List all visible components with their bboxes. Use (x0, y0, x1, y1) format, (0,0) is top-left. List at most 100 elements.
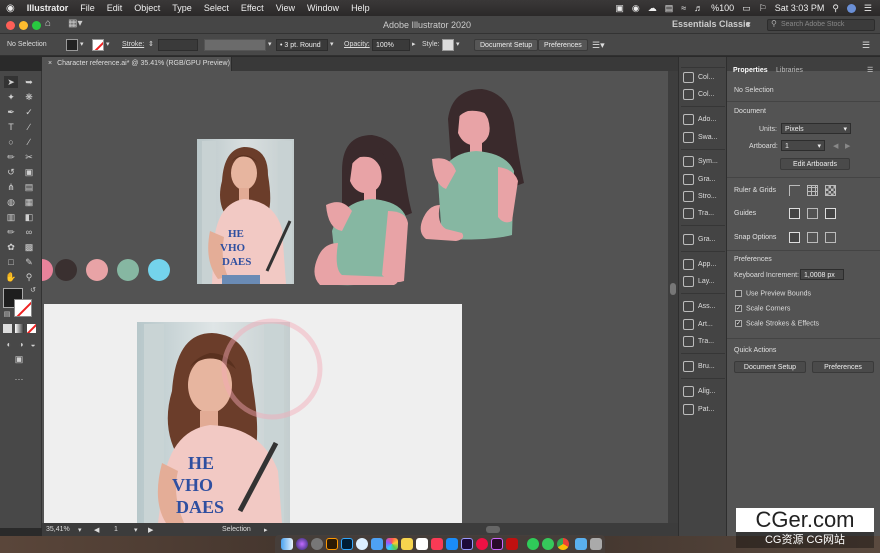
dock-safari-icon[interactable] (356, 538, 368, 550)
dock-finder-icon[interactable] (281, 538, 293, 550)
snap-to-glyph-icon[interactable] (825, 232, 836, 243)
rotate-tool-icon[interactable]: ↺ (4, 166, 18, 178)
blend-tool-icon[interactable]: ∞ (22, 226, 36, 238)
panel-menu-icon[interactable]: ☰ (862, 39, 870, 51)
snap-to-pixel-icon[interactable] (807, 232, 818, 243)
panel-transparency[interactable]: Tra... (683, 207, 725, 221)
swatch-dark-brown[interactable] (55, 259, 77, 281)
previous-artboard-icon[interactable]: ◀ (833, 142, 838, 150)
pencil-tool-icon[interactable]: ✏ (4, 151, 18, 163)
menu-effect[interactable]: Effect (235, 3, 270, 13)
dock-launchpad-icon[interactable] (311, 538, 323, 550)
language-icon[interactable]: ⚐ (759, 3, 767, 14)
zoom-window-button[interactable] (32, 21, 41, 30)
curvature-tool-icon[interactable]: ✓ (22, 106, 36, 118)
artboard-number[interactable]: 1 (114, 526, 118, 533)
panel-color-guide[interactable]: Col... (683, 88, 725, 102)
character-illustration-right[interactable] (420, 89, 524, 241)
panel-gradient[interactable]: Gra... (683, 233, 725, 247)
slice-tool-icon[interactable]: ✎ (22, 256, 36, 268)
swatch-cyan[interactable] (148, 259, 170, 281)
dock-ai-icon[interactable] (506, 538, 518, 550)
show-guides-icon[interactable] (789, 208, 800, 219)
menu-object[interactable]: Object (128, 3, 166, 13)
scrollbar-thumb[interactable] (670, 283, 676, 295)
zoom-level[interactable]: 35,41% (46, 526, 70, 533)
workspace-switcher[interactable]: Essentials Classic (672, 19, 751, 29)
dock-whatsapp-icon[interactable] (527, 538, 539, 550)
menu-view[interactable]: View (270, 3, 301, 13)
character-illustration-left[interactable] (314, 135, 412, 286)
close-tab-icon[interactable]: × (48, 60, 52, 67)
dock-messages-icon[interactable] (542, 538, 554, 550)
snap-to-point-icon[interactable] (789, 232, 800, 243)
panel-artboards[interactable]: Art... (683, 318, 725, 332)
swatch-mint[interactable] (117, 259, 139, 281)
dock-siri-icon[interactable] (296, 538, 308, 550)
menu-window[interactable]: Window (301, 3, 345, 13)
scale-tool-icon[interactable]: ▣ (22, 166, 36, 178)
symbol-sprayer-tool-icon[interactable]: ✿ (4, 241, 18, 253)
panel-symbols[interactable]: Sym... (683, 155, 725, 169)
next-artboard-button-icon[interactable]: ▶ (845, 142, 850, 150)
smart-guides-icon[interactable] (825, 208, 836, 219)
stroke-chevron-icon[interactable]: ▾ (106, 39, 110, 51)
preferences-button[interactable]: Preferences (538, 39, 588, 51)
dock-photos-icon[interactable] (386, 538, 398, 550)
magic-wand-tool-icon[interactable]: ✦ (4, 91, 18, 103)
dock-trash-icon[interactable] (590, 538, 602, 550)
dock-photoshop-icon[interactable] (341, 538, 353, 550)
menu-file[interactable]: File (74, 3, 101, 13)
wifi-icon[interactable]: ≈ (681, 3, 686, 13)
panel-graphic-styles[interactable]: Gra... (683, 173, 725, 187)
type-tool-icon[interactable]: T (4, 121, 18, 133)
panel-adobe-color[interactable]: Ado... (683, 113, 725, 127)
dock-aftereffects-icon[interactable] (491, 538, 503, 550)
units-dropdown[interactable]: Pixels ▾ (781, 123, 851, 134)
notification-icon[interactable]: ◉ (632, 3, 640, 14)
swap-fill-stroke-icon[interactable]: ↺ (26, 285, 40, 297)
screen-record-icon[interactable]: ▣ (615, 3, 624, 14)
direct-selection-tool-icon[interactable]: ➥ (22, 76, 36, 88)
horizontal-scrollbar-thumb[interactable] (486, 526, 500, 533)
app-menu[interactable]: Illustrator (21, 3, 75, 13)
panel-transform[interactable]: Tra... (683, 335, 725, 349)
mesh-tool-icon[interactable]: ▥ (4, 211, 18, 223)
canvas-area[interactable]: HE VHO DAES HE VHO DAES (42, 71, 668, 523)
paintbrush-tool-icon[interactable]: ∕ (22, 136, 36, 148)
grid-icon[interactable] (807, 185, 818, 196)
menu-select[interactable]: Select (198, 3, 235, 13)
dock-illustrator-icon[interactable] (326, 538, 338, 550)
column-graph-tool-icon[interactable]: ▩ (22, 241, 36, 253)
panel-pathfinder[interactable]: Pat... (683, 403, 725, 417)
spotlight-icon[interactable]: ⚲ (832, 3, 839, 14)
none-mode-icon[interactable] (27, 324, 36, 333)
selection-tool-icon[interactable]: ➤ (4, 76, 18, 88)
opacity-chevron-icon[interactable]: ▸ (412, 39, 416, 51)
dock-premiere-icon[interactable] (461, 538, 473, 550)
panel-color[interactable]: Col... (683, 71, 725, 85)
line-tool-icon[interactable]: ∕ (22, 121, 36, 133)
artboard-chevron-icon[interactable]: ▾ (134, 526, 138, 534)
artboard-dropdown[interactable]: 1 ▾ (781, 140, 825, 151)
scissors-tool-icon[interactable]: ✂ (22, 151, 36, 163)
arrange-documents-icon[interactable]: ▦▾ (68, 18, 82, 29)
pen-tool-icon[interactable]: ✒ (4, 106, 18, 118)
hand-tool-icon[interactable]: ✋ (4, 271, 18, 283)
artboard-1[interactable]: HE VHO DAES (44, 304, 462, 523)
lock-guides-icon[interactable] (807, 208, 818, 219)
clock[interactable]: Sat 3:03 PM (775, 3, 825, 13)
fill-color-swatch[interactable] (66, 39, 78, 51)
next-artboard-icon[interactable]: ▶ (148, 526, 153, 534)
zoom-tool-icon[interactable]: ⚲ (22, 271, 36, 283)
document-setup-button[interactable]: Document Setup (474, 39, 539, 51)
draw-inside-icon[interactable]: ◒ (26, 339, 40, 351)
menu-help[interactable]: Help (345, 3, 376, 13)
panel-swatches[interactable]: Swa... (683, 131, 725, 145)
color-mode-icon[interactable] (3, 324, 12, 333)
dock-notes-icon[interactable] (401, 538, 413, 550)
menu-type[interactable]: Type (166, 3, 198, 13)
variable-width-profile[interactable] (204, 39, 266, 51)
width-tool-icon[interactable]: ⋔ (4, 181, 18, 193)
home-icon[interactable]: ⌂ (45, 18, 51, 29)
